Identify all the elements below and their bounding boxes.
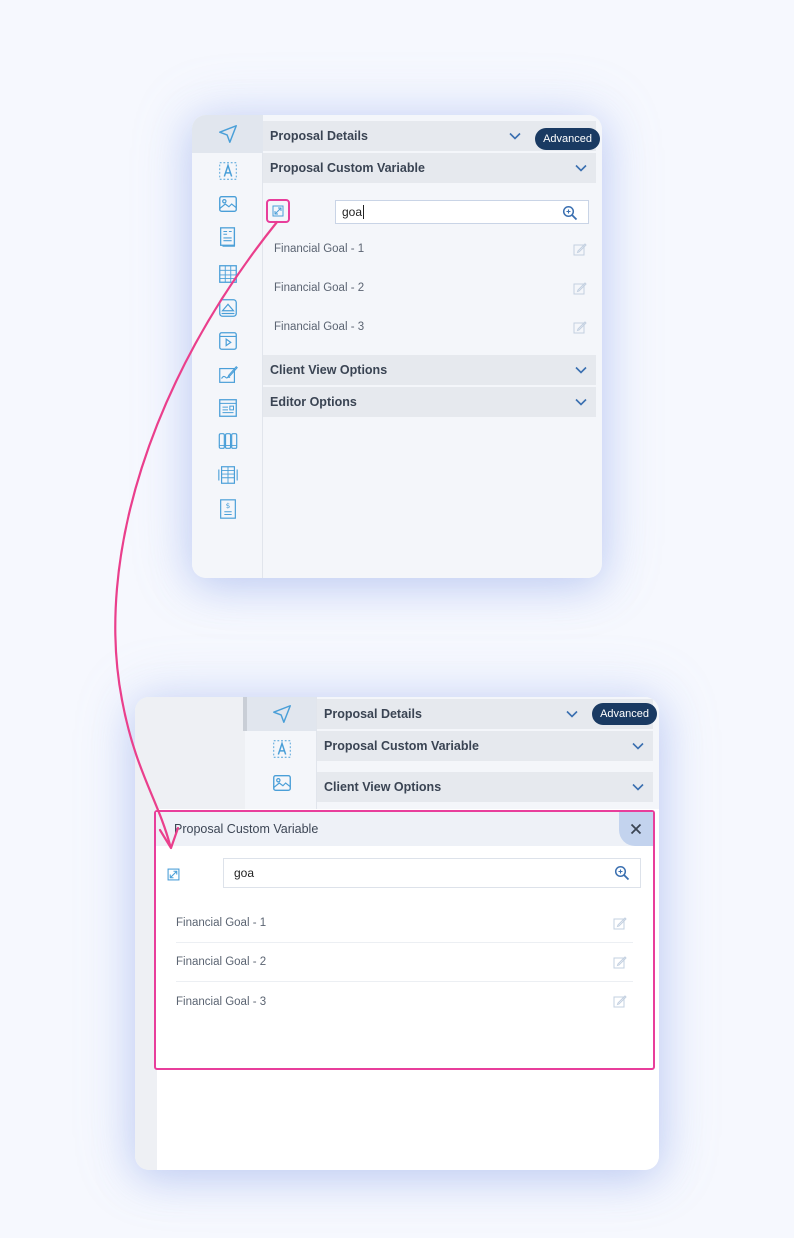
pointer-icon <box>218 125 237 143</box>
image-icon <box>218 195 237 213</box>
element-toolbar <box>247 697 317 817</box>
svg-text:$: $ <box>225 501 230 510</box>
chevron-down-icon[interactable] <box>574 161 588 175</box>
grid-list-icon <box>217 466 238 484</box>
signature-tool[interactable] <box>192 359 263 391</box>
layout-tool[interactable] <box>192 392 263 424</box>
close-button[interactable] <box>619 812 653 846</box>
pointer-tool[interactable] <box>247 697 316 731</box>
search-icon[interactable] <box>614 865 630 881</box>
variable-row: Financial Goal - 2 <box>176 943 633 982</box>
expand-panel-button[interactable] <box>266 199 290 223</box>
section-title: Client View Options <box>270 363 388 377</box>
chevron-down-icon[interactable] <box>631 780 645 794</box>
properties-panel: Proposal Details Advanced Proposal Custo… <box>263 115 600 578</box>
section-title: Proposal Details <box>324 707 422 721</box>
section-title: Client View Options <box>324 780 442 794</box>
document-icon <box>219 227 235 247</box>
advanced-badge[interactable]: Advanced <box>535 128 600 150</box>
close-icon <box>630 823 642 835</box>
advanced-badge[interactable]: Advanced <box>592 703 657 725</box>
table-icon <box>218 265 237 283</box>
image-tool[interactable] <box>247 767 316 799</box>
signature-icon <box>218 365 238 383</box>
search-value: goa <box>234 866 255 880</box>
section-proposal-custom-variable[interactable]: Proposal Custom Variable <box>317 731 653 761</box>
custom-variable-modal: Proposal Custom Variable goa Financial G… <box>154 810 655 1070</box>
variable-search-input[interactable]: goa <box>335 200 589 224</box>
chevron-down-icon[interactable] <box>631 739 645 753</box>
variable-label: Financial Goal - 1 <box>176 917 267 929</box>
edit-icon[interactable] <box>573 320 587 334</box>
variable-item: Financial Goal - 1 <box>274 243 365 255</box>
columns-icon <box>218 433 237 449</box>
variable-row: Financial Goal - 1 <box>176 904 633 943</box>
edit-icon[interactable] <box>573 242 587 256</box>
properties-panel: Proposal Details Advanced Proposal Custo… <box>317 697 657 817</box>
section-proposal-details[interactable]: Proposal Details Advanced <box>317 699 657 729</box>
document-tool[interactable] <box>192 221 263 253</box>
edit-icon[interactable] <box>573 281 587 295</box>
pricing-icon: $ <box>219 499 236 519</box>
variable-row: Financial Goal - 3 <box>176 982 633 1021</box>
cover-image-icon <box>218 299 237 317</box>
text-tool[interactable] <box>247 733 316 765</box>
chevron-down-icon[interactable] <box>508 129 522 143</box>
collapse-icon[interactable] <box>167 868 180 881</box>
text-tool[interactable] <box>192 155 263 187</box>
chevron-down-icon[interactable] <box>574 395 588 409</box>
variable-item: Financial Goal - 2 <box>274 282 365 294</box>
video-tool[interactable] <box>192 325 263 357</box>
chevron-down-icon[interactable] <box>574 363 588 377</box>
variable-label: Financial Goal - 3 <box>176 995 267 1008</box>
chevron-down-icon[interactable] <box>565 707 579 721</box>
modal-search-input[interactable]: goa <box>223 858 641 888</box>
search-icon[interactable] <box>562 205 578 221</box>
edit-icon[interactable] <box>613 955 627 969</box>
columns-tool[interactable] <box>192 425 263 457</box>
pricing-tool[interactable]: $ <box>192 493 263 525</box>
pointer-icon <box>272 705 291 723</box>
video-icon <box>218 332 237 350</box>
section-title: Proposal Custom Variable <box>324 739 479 753</box>
edit-icon[interactable] <box>613 994 627 1008</box>
pointer-tool[interactable] <box>192 115 263 153</box>
image-icon <box>272 774 291 792</box>
text-icon <box>272 740 291 758</box>
section-editor-options[interactable]: Editor Options <box>263 387 596 417</box>
section-client-view-options[interactable]: Client View Options <box>317 772 653 802</box>
text-icon <box>218 162 237 180</box>
element-toolbar: $ <box>192 115 263 578</box>
section-title: Editor Options <box>270 395 357 409</box>
search-value: goa <box>342 205 363 219</box>
section-title: Proposal Details <box>270 129 368 143</box>
modal-title: Proposal Custom Variable <box>174 822 319 836</box>
modal-header: Proposal Custom Variable <box>156 812 653 846</box>
section-client-view-options[interactable]: Client View Options <box>263 355 596 385</box>
canvas-area <box>135 697 245 817</box>
grid-list-tool[interactable] <box>192 459 263 491</box>
image-tool[interactable] <box>192 188 263 220</box>
section-proposal-custom-variable[interactable]: Proposal Custom Variable <box>263 153 596 183</box>
edit-icon[interactable] <box>613 916 627 930</box>
cover-image-tool[interactable] <box>192 292 263 324</box>
variable-label: Financial Goal - 2 <box>176 956 267 968</box>
table-tool[interactable] <box>192 258 263 290</box>
layout-icon <box>218 399 237 417</box>
variable-item: Financial Goal - 3 <box>274 321 365 333</box>
text-cursor <box>363 205 365 219</box>
editor-panel-card: $ Proposal Details Advanced Proposal Cus… <box>192 115 602 578</box>
section-proposal-details[interactable]: Proposal Details Advanced <box>263 121 600 151</box>
expand-icon <box>272 205 284 217</box>
section-title: Proposal Custom Variable <box>270 161 425 175</box>
